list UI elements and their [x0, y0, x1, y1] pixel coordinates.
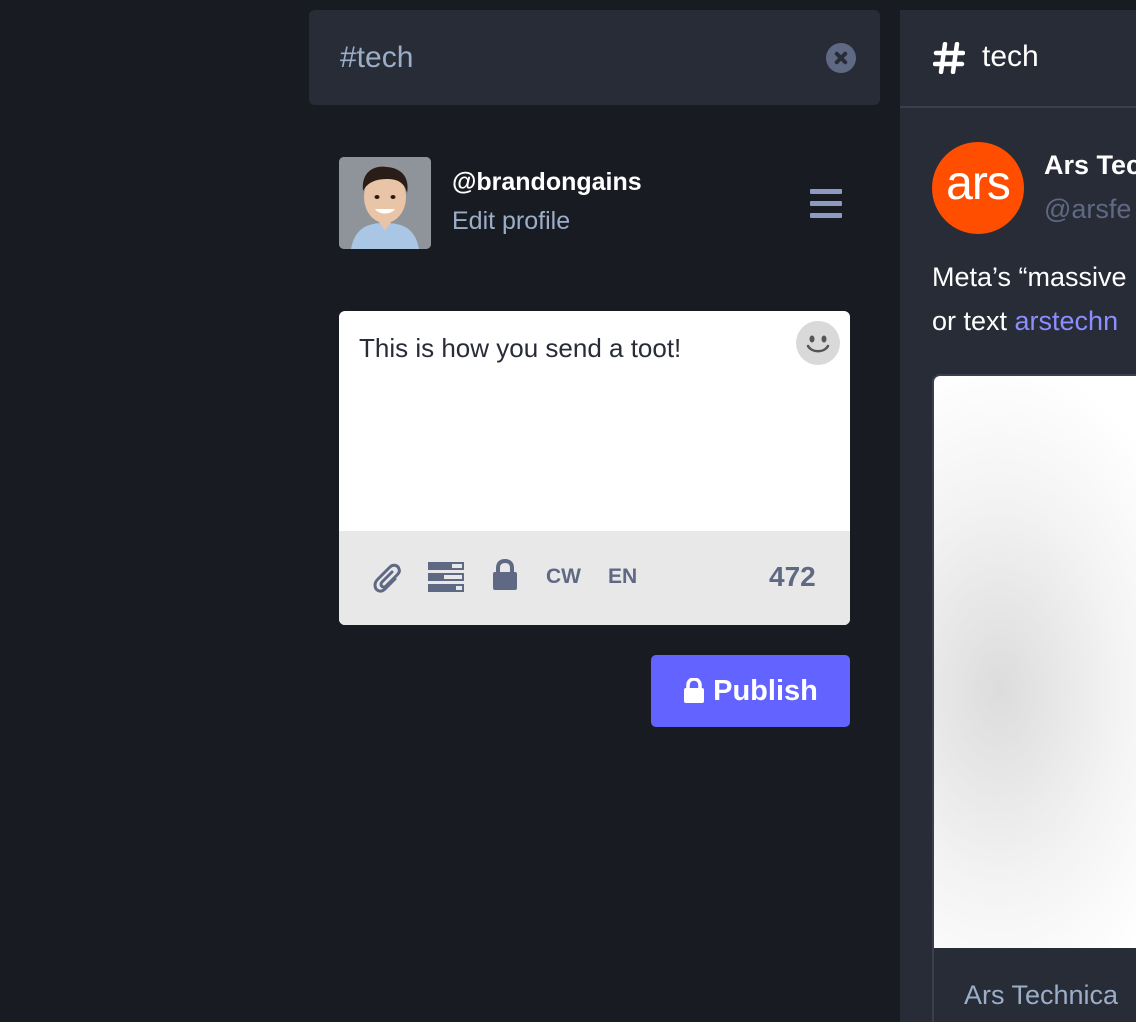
paperclip-glyph	[373, 563, 401, 593]
link-preview-card[interactable]: Ars Technica	[932, 374, 1136, 1022]
app-root: @brandongains Edit profile This is how y…	[0, 0, 1136, 1022]
card-provider: Ars Technica	[964, 980, 1119, 1010]
status-display-name[interactable]: Ars Tec	[1044, 150, 1136, 181]
menu-bar	[810, 213, 842, 218]
poll-icon[interactable]	[428, 562, 464, 597]
status-avatar[interactable]: ars	[932, 142, 1024, 234]
card-image	[934, 376, 1136, 948]
compose-form: This is how you send a toot! CW EN 472	[339, 311, 850, 625]
compose-textarea[interactable]: This is how you send a toot!	[339, 311, 850, 531]
publish-label: Publish	[713, 674, 818, 707]
lock-glyph	[493, 558, 517, 590]
menu-bar	[810, 189, 842, 194]
status-account[interactable]: @arsfe	[1044, 194, 1131, 225]
status-text-line: Meta’s “massive	[932, 262, 1127, 292]
hashtag-icon	[933, 42, 965, 74]
publish-button[interactable]: Publish	[651, 655, 850, 727]
hamburger-menu-icon[interactable]	[810, 189, 844, 219]
smiley-icon[interactable]	[796, 321, 840, 365]
poll-glyph	[428, 562, 464, 592]
search-bar	[309, 10, 880, 105]
lock-icon	[684, 678, 705, 703]
avatar[interactable]	[339, 157, 431, 249]
status-text-prefix: or text	[932, 306, 1015, 336]
compose-toolbar: CW EN 472	[339, 531, 850, 625]
profile-handle[interactable]: @brandongains	[452, 168, 642, 197]
column-title: tech	[982, 40, 1039, 73]
edit-profile-link[interactable]: Edit profile	[452, 207, 570, 236]
content-warning-button[interactable]: CW	[546, 565, 581, 589]
avatar-image	[339, 157, 431, 249]
character-counter: 472	[769, 561, 816, 592]
language-button[interactable]: EN	[608, 565, 637, 589]
menu-bar	[810, 201, 842, 206]
smiley-glyph	[806, 335, 830, 353]
ars-logo: ars	[946, 157, 1011, 210]
lock-icon[interactable]	[492, 558, 518, 596]
column-header[interactable]: tech	[900, 10, 1136, 108]
hashtag-column: tech ars Ars Tec @arsfe Meta’s “massive …	[900, 10, 1136, 1022]
search-input[interactable]	[340, 38, 810, 78]
close-circle-icon[interactable]	[826, 43, 856, 73]
status-text-line: or text arstechn	[932, 306, 1118, 337]
status-link[interactable]: arstechn	[1015, 306, 1119, 336]
paperclip-icon[interactable]	[371, 561, 405, 600]
